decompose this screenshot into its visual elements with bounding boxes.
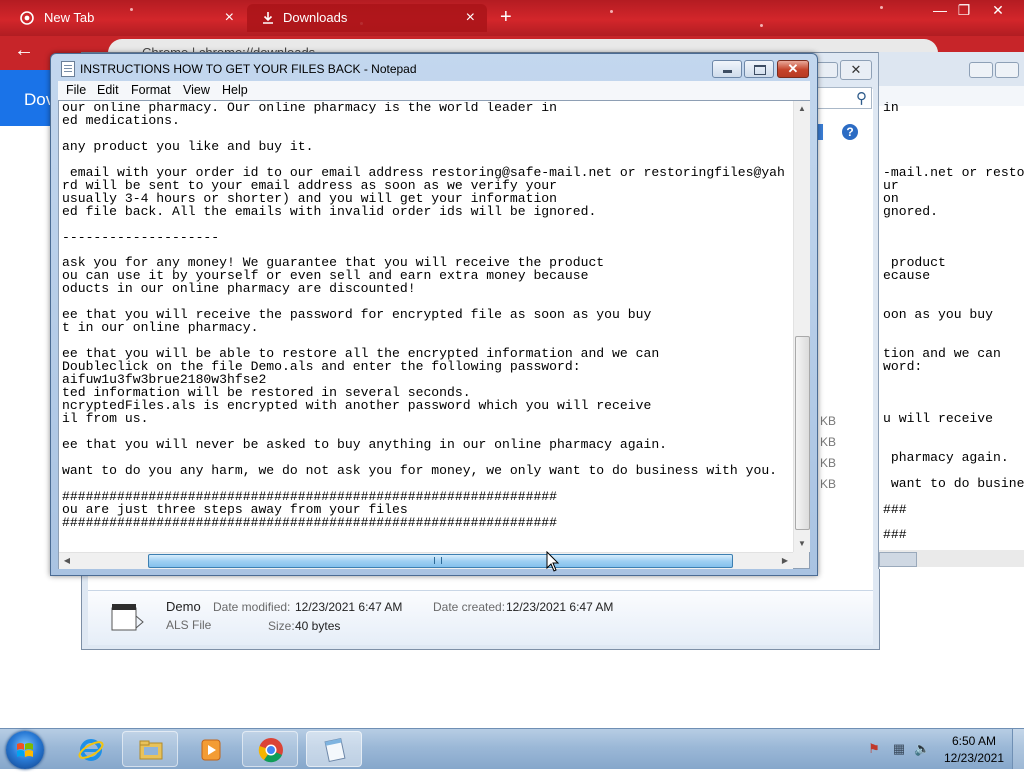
file-size-unit: KB: [820, 435, 837, 449]
file-size-unit: KB: [820, 477, 837, 491]
details-date-created-label: Date created:: [433, 600, 506, 614]
secondary-title-bar: [879, 52, 1024, 86]
als-file-icon: [111, 604, 144, 631]
taskbar-notepad[interactable]: [306, 731, 362, 767]
secondary-horizontal-scrollbar[interactable]: [879, 550, 1024, 567]
window-title: INSTRUCTIONS HOW TO GET YOUR FILES BACK …: [80, 62, 417, 76]
secondary-notepad-text: in -mail.net or resto ur on gnored. prod…: [883, 102, 1024, 542]
folder-icon: [139, 740, 163, 760]
show-desktop-button[interactable]: [1012, 729, 1024, 769]
taskbar-media-player[interactable]: [182, 731, 238, 767]
volume-icon[interactable]: 🔈: [914, 741, 930, 757]
maximize-button[interactable]: [744, 60, 774, 78]
details-size: 40 bytes: [295, 619, 341, 633]
decor-sparkle: [880, 6, 883, 9]
mouse-cursor-icon: [546, 551, 560, 572]
decor-sparkle: [610, 10, 613, 13]
menu-help[interactable]: Help: [222, 83, 248, 97]
menu-bar: File Edit Format View Help: [58, 81, 810, 100]
details-date-created: 12/23/2021 6:47 AM: [506, 600, 614, 614]
network-icon[interactable]: ▦: [891, 741, 907, 757]
action-center-flag-icon[interactable]: ⚑: [866, 741, 882, 757]
tab-label: New Tab: [44, 10, 95, 25]
search-icon[interactable]: ⚲: [815, 87, 872, 109]
vertical-scrollbar[interactable]: ▲ ▼: [793, 101, 810, 552]
tab-label: Downloads: [283, 10, 348, 25]
horizontal-scroll-thumb[interactable]: [148, 554, 733, 568]
taskbar-chrome[interactable]: [242, 731, 298, 767]
secondary-scroll-thumb[interactable]: [879, 552, 917, 567]
scroll-right-arrow-icon[interactable]: ▶: [777, 553, 793, 569]
details-file-name: Demo: [166, 599, 201, 614]
horizontal-scrollbar[interactable]: ◀ ▶: [59, 552, 793, 569]
file-size-unit: KB: [820, 456, 837, 470]
menu-file[interactable]: File: [66, 83, 86, 97]
scroll-grip-icon: [434, 557, 442, 564]
notepad-icon: [61, 61, 75, 77]
scroll-up-arrow-icon[interactable]: ▲: [794, 101, 810, 117]
new-tab-button[interactable]: +: [500, 6, 512, 28]
internet-explorer-icon: [78, 739, 104, 761]
menu-edit[interactable]: Edit: [97, 83, 119, 97]
document-text[interactable]: our online pharmacy. Our online pharmacy…: [62, 102, 792, 547]
clock-date[interactable]: 12/23/2021: [940, 751, 1008, 765]
vertical-scroll-thumb[interactable]: [795, 336, 810, 530]
notepad-window-secondary: in -mail.net or resto ur on gnored. prod…: [878, 52, 1024, 569]
chrome-tab-downloads[interactable]: Downloads ×: [247, 4, 487, 32]
text-editor[interactable]: our online pharmacy. Our online pharmacy…: [58, 100, 810, 569]
scroll-left-arrow-icon[interactable]: ◀: [59, 553, 75, 569]
size-grip[interactable]: [793, 552, 809, 568]
media-player-icon: [201, 739, 221, 761]
chrome-tab-new-tab[interactable]: New Tab ×: [0, 4, 246, 32]
tab-close-icon[interactable]: ×: [225, 4, 234, 32]
chrome-maximize-button[interactable]: ❐: [950, 2, 978, 19]
windows-logo-icon: [17, 743, 33, 757]
start-button[interactable]: [6, 731, 44, 769]
menu-view[interactable]: View: [183, 83, 210, 97]
taskbar-windows-explorer[interactable]: [122, 731, 178, 767]
menu-format[interactable]: Format: [131, 83, 171, 97]
secondary-maximize-button[interactable]: [995, 62, 1019, 78]
details-date-modified: 12/23/2021 6:47 AM: [295, 600, 403, 614]
help-icon[interactable]: ?: [842, 124, 858, 140]
chrome-tab-strip: New Tab × Downloads × + — ❐ ✕: [0, 0, 1024, 36]
tab-close-icon[interactable]: ×: [466, 4, 475, 32]
explorer-close-button[interactable]: ✕: [840, 60, 872, 80]
secondary-minimize-button[interactable]: [969, 62, 993, 78]
taskbar-internet-explorer[interactable]: [62, 731, 118, 767]
details-date-modified-label: Date modified:: [213, 600, 291, 614]
taskbar: ⚑ ▦ 🔈 6:50 AM 12/23/2021: [0, 728, 1024, 769]
download-icon: [263, 12, 273, 24]
decor-sparkle: [760, 24, 763, 27]
clock-time[interactable]: 6:50 AM: [944, 734, 1004, 748]
details-file-type: ALS File: [166, 618, 212, 632]
chrome-close-button[interactable]: ✕: [984, 2, 1012, 19]
close-button[interactable]: ✕: [777, 60, 809, 78]
chrome-tab-icon: [20, 11, 34, 25]
notepad-app-icon: [324, 737, 346, 763]
chrome-icon: [258, 738, 283, 763]
notepad-window: INSTRUCTIONS HOW TO GET YOUR FILES BACK …: [50, 53, 818, 576]
back-arrow-icon[interactable]: ←: [14, 39, 34, 62]
details-size-label: Size:: [268, 619, 295, 633]
minimize-button[interactable]: [712, 60, 742, 78]
scroll-down-arrow-icon[interactable]: ▼: [794, 536, 810, 552]
file-size-unit: KB: [820, 414, 837, 428]
